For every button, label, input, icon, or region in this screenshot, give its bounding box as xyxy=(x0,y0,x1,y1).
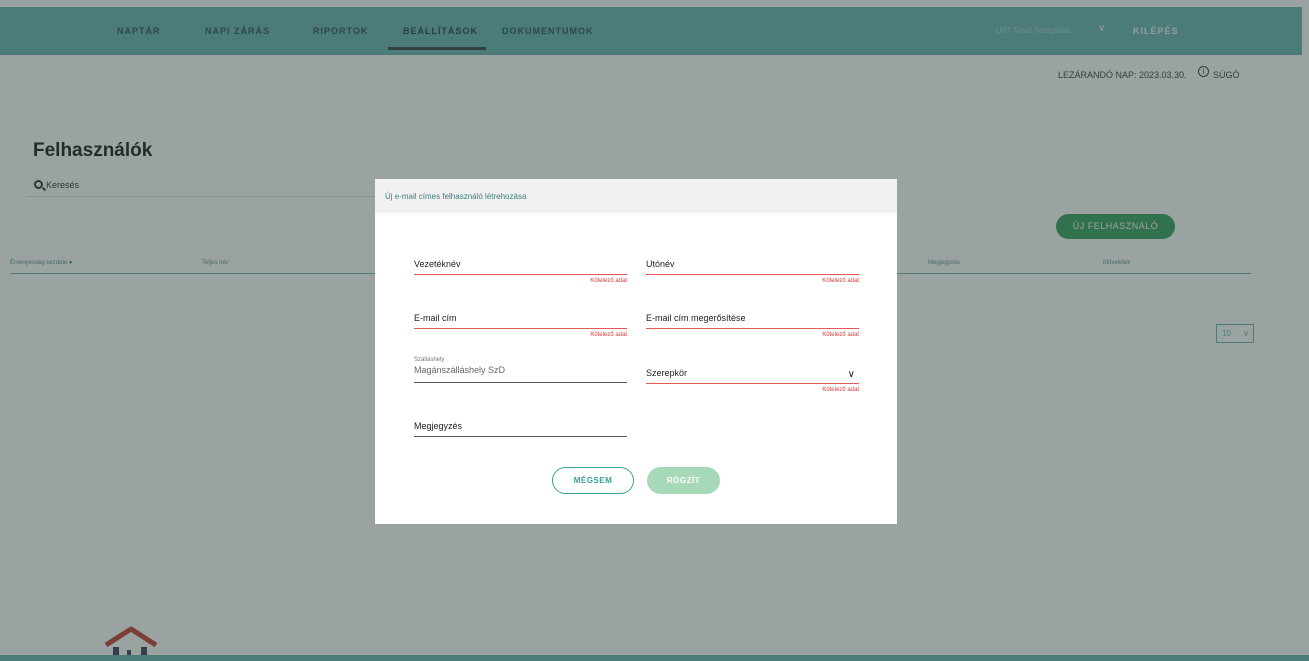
dialog-header: Új e-mail címes felhasználó létrehozása xyxy=(375,179,897,213)
note-label: Megjegyzés xyxy=(414,421,463,431)
save-button[interactable]: RÖGZÍT xyxy=(647,467,720,494)
role-select[interactable]: Szerepkör ∨ Kötelező adat xyxy=(646,368,859,393)
email-error: Kötelező adat xyxy=(590,332,627,338)
accommodation-value: Magánszálláshely SzD xyxy=(414,365,506,375)
lastname-field[interactable]: Vezetéknév Kötelező adat xyxy=(414,259,627,284)
email-confirm-input-underline[interactable] xyxy=(646,328,859,329)
role-underline xyxy=(646,383,859,384)
lastname-label: Vezetéknév xyxy=(414,259,461,269)
email-confirm-error: Kötelező adat xyxy=(822,332,859,338)
firstname-input-underline[interactable] xyxy=(646,274,859,275)
create-user-dialog: Új e-mail címes felhasználó létrehozása … xyxy=(375,179,897,524)
email-confirm-label: E-mail cím megerősítése xyxy=(646,313,746,323)
accommodation-select[interactable]: Szálláshely Magánszálláshely SzD xyxy=(414,357,627,383)
email-input-underline[interactable] xyxy=(414,328,627,329)
role-label: Szerepkör xyxy=(646,368,688,378)
note-input-underline[interactable] xyxy=(414,436,627,437)
lastname-error: Kötelező adat xyxy=(590,278,627,284)
cancel-button[interactable]: MÉGSEM xyxy=(552,467,634,494)
firstname-error: Kötelező adat xyxy=(822,278,859,284)
email-field[interactable]: E-mail cím Kötelező adat xyxy=(414,313,627,338)
accommodation-underline xyxy=(414,382,627,383)
firstname-field[interactable]: Utónév Kötelező adat xyxy=(646,259,859,284)
accommodation-label: Szálláshely xyxy=(414,357,445,363)
chevron-down-icon[interactable]: ∨ xyxy=(848,369,855,380)
dialog-title: Új e-mail címes felhasználó létrehozása xyxy=(385,192,527,201)
email-confirm-field[interactable]: E-mail cím megerősítése Kötelező adat xyxy=(646,313,859,338)
firstname-label: Utónév xyxy=(646,259,675,269)
note-field[interactable]: Megjegyzés xyxy=(414,421,627,437)
role-error: Kötelező adat xyxy=(822,387,859,393)
email-label: E-mail cím xyxy=(414,313,457,323)
lastname-input-underline[interactable] xyxy=(414,274,627,275)
